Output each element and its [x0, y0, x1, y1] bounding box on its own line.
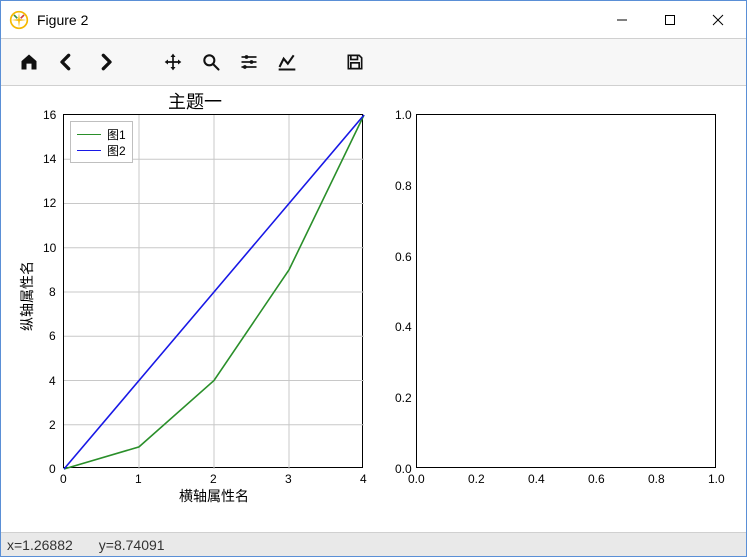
- ytick: 0.2: [395, 391, 412, 405]
- subplot-1-axes: 图1 图2: [63, 114, 363, 468]
- ytick: 0.4: [395, 320, 412, 334]
- configure-subplots-button[interactable]: [231, 44, 267, 80]
- ytick: 0: [49, 462, 56, 476]
- status-x: x=1.26882: [7, 537, 73, 553]
- minimize-button[interactable]: [598, 5, 646, 35]
- ytick: 10: [43, 241, 56, 255]
- xtick: 1.0: [708, 472, 725, 486]
- toolbar: [1, 38, 746, 86]
- ytick: 12: [43, 196, 56, 210]
- xtick: 0.8: [648, 472, 665, 486]
- home-button[interactable]: [11, 44, 47, 80]
- legend-entry-2: 图2: [77, 142, 126, 158]
- legend-label-2: 图2: [107, 142, 126, 159]
- ytick: 0.8: [395, 179, 412, 193]
- xtick: 0.2: [468, 472, 485, 486]
- xtick: 4: [360, 472, 367, 486]
- ytick: 2: [49, 418, 56, 432]
- forward-button[interactable]: [87, 44, 123, 80]
- ytick: 0.6: [395, 250, 412, 264]
- xtick: 0.6: [588, 472, 605, 486]
- zoom-button[interactable]: [193, 44, 229, 80]
- subplot-1-title: 主题一: [168, 88, 222, 114]
- xtick: 0.0: [408, 472, 425, 486]
- save-button[interactable]: [337, 44, 373, 80]
- xtick: 0.4: [528, 472, 545, 486]
- ytick: 16: [43, 108, 56, 122]
- ytick: 4: [49, 374, 56, 388]
- edit-axes-button[interactable]: [269, 44, 305, 80]
- maximize-button[interactable]: [646, 5, 694, 35]
- legend-label-1: 图1: [107, 126, 126, 143]
- xtick: 2: [210, 472, 217, 486]
- app-icon: [9, 10, 29, 30]
- legend-entry-1: 图1: [77, 126, 126, 142]
- back-button[interactable]: [49, 44, 85, 80]
- status-y: y=8.74091: [99, 537, 165, 553]
- ytick: 8: [49, 285, 56, 299]
- ytick: 1.0: [395, 108, 412, 122]
- close-button[interactable]: [694, 5, 742, 35]
- titlebar: Figure 2: [1, 1, 746, 38]
- subplot-2-axes: [416, 114, 716, 468]
- xtick: 1: [135, 472, 142, 486]
- xtick: 3: [285, 472, 292, 486]
- xtick: 0: [60, 472, 67, 486]
- legend: 图1 图2: [70, 121, 133, 163]
- subplot-1-ylabel: 纵轴属性名: [17, 261, 37, 331]
- ytick: 6: [49, 329, 56, 343]
- ytick: 14: [43, 152, 56, 166]
- figure-canvas[interactable]: 主题一: [1, 86, 746, 532]
- subplot-1-xlabel: 横轴属性名: [179, 486, 249, 506]
- window-title: Figure 2: [37, 12, 598, 28]
- status-bar: x=1.26882 y=8.74091: [1, 532, 746, 556]
- pan-button[interactable]: [155, 44, 191, 80]
